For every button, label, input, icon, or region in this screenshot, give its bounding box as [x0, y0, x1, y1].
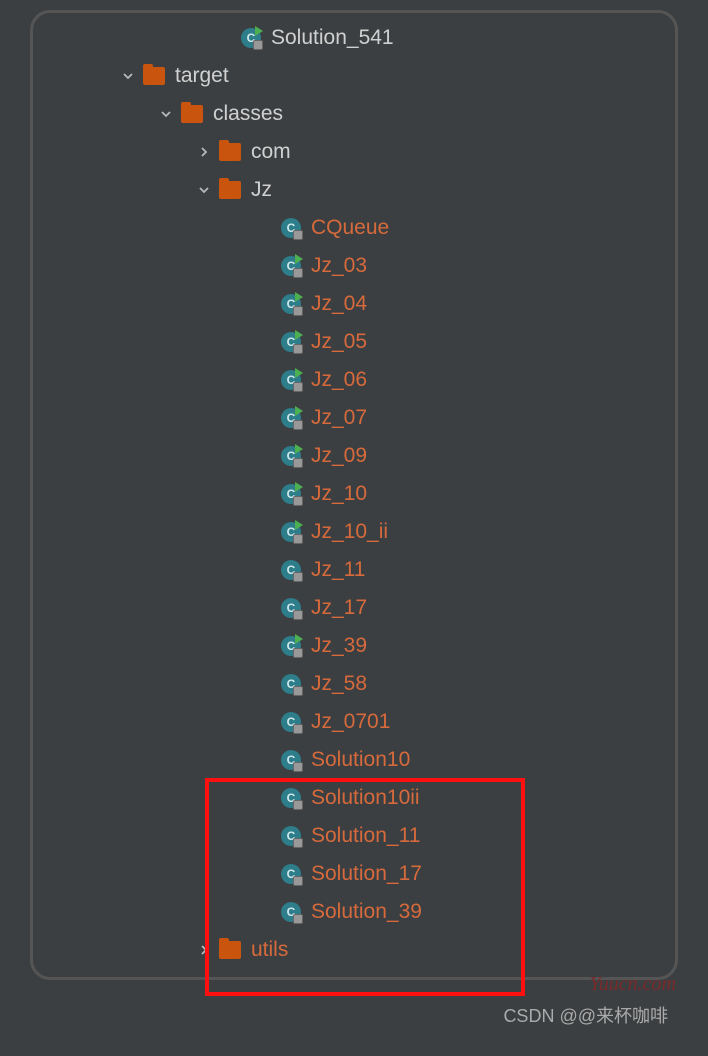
tree-item[interactable]: utils [33, 931, 675, 969]
tree-item[interactable]: C Jz_07 [33, 399, 675, 437]
tree-item[interactable]: C Jz_11 [33, 551, 675, 589]
class-icon: C [281, 788, 301, 808]
tree-item-label: Jz_05 [311, 330, 367, 354]
tree-item[interactable]: com [33, 133, 675, 171]
tree-item[interactable]: C Jz_09 [33, 437, 675, 475]
class-icon: C [281, 674, 301, 694]
class-icon: C [281, 560, 301, 580]
tree-item-label: Jz_07 [311, 406, 367, 430]
class-icon: C [281, 826, 301, 846]
class-icon: C [281, 712, 301, 732]
tree-item-label: Jz_10 [311, 482, 367, 506]
folder-icon [143, 67, 165, 85]
tree-item-label: Solution_11 [311, 824, 420, 848]
tree-item[interactable]: C Jz_03 [33, 247, 675, 285]
tree-item-label: Solution10ii [311, 786, 420, 810]
tree-item[interactable]: C Jz_04 [33, 285, 675, 323]
class-icon: C [281, 332, 301, 352]
class-icon: C [281, 902, 301, 922]
tree-item-label: Jz_06 [311, 368, 367, 392]
folder-icon [219, 941, 241, 959]
tree-item[interactable]: C Jz_05 [33, 323, 675, 361]
class-icon: C [281, 636, 301, 656]
tree-item-label: Solution_39 [311, 900, 422, 924]
class-icon: C [281, 370, 301, 390]
tree-item[interactable]: Jz [33, 171, 675, 209]
tree-item-label: utils [251, 938, 288, 962]
tree-item-label: classes [213, 102, 283, 126]
file-tree[interactable]: C Solution_541 target classes com Jz [33, 17, 675, 969]
tree-item[interactable]: C Jz_17 [33, 589, 675, 627]
tree-item-label: Jz_04 [311, 292, 367, 316]
tree-item-label: target [175, 64, 229, 88]
tree-item[interactable]: C Jz_10 [33, 475, 675, 513]
tree-item[interactable]: C Jz_58 [33, 665, 675, 703]
tree-item[interactable]: C Jz_39 [33, 627, 675, 665]
chevron-down-icon[interactable] [157, 105, 175, 123]
tree-item-label: Solution_17 [311, 862, 422, 886]
class-icon: C [281, 484, 301, 504]
folder-icon [181, 105, 203, 123]
class-icon: C [281, 598, 301, 618]
class-icon: C [281, 256, 301, 276]
tree-item[interactable]: C Jz_06 [33, 361, 675, 399]
tree-item-label: Jz_39 [311, 634, 367, 658]
chevron-right-icon[interactable] [195, 941, 213, 959]
tree-item-label: CQueue [311, 216, 389, 240]
class-icon: C [281, 408, 301, 428]
class-icon: C [281, 522, 301, 542]
tree-item-label: Jz_17 [311, 596, 367, 620]
tree-item-label: Solution_541 [271, 26, 394, 50]
watermark-site: Yuucn.com [590, 973, 676, 996]
tree-item[interactable]: C Jz_10_ii [33, 513, 675, 551]
tree-item[interactable]: C CQueue [33, 209, 675, 247]
tree-item[interactable]: C Solution_541 [33, 19, 675, 57]
tree-item-label: Jz_10_ii [311, 520, 388, 544]
file-tree-panel: C Solution_541 target classes com Jz [30, 10, 678, 980]
class-icon: C [281, 446, 301, 466]
tree-item-label: Jz_09 [311, 444, 367, 468]
tree-item[interactable]: C Solution_17 [33, 855, 675, 893]
tree-item[interactable]: classes [33, 95, 675, 133]
tree-item[interactable]: C Solution10 [33, 741, 675, 779]
watermark-csdn: CSDN @@来杯咖啡 [503, 1002, 668, 1028]
tree-item[interactable]: target [33, 57, 675, 95]
class-icon: C [281, 750, 301, 770]
tree-item-label: Jz_11 [311, 558, 365, 582]
tree-item-label: Jz [251, 178, 272, 202]
tree-item[interactable]: C Solution_39 [33, 893, 675, 931]
class-icon: C [281, 294, 301, 314]
class-icon: C [281, 864, 301, 884]
chevron-right-icon[interactable] [195, 143, 213, 161]
class-icon: C [281, 218, 301, 238]
chevron-down-icon[interactable] [119, 67, 137, 85]
tree-item[interactable]: C Solution_11 [33, 817, 675, 855]
tree-item-label: Jz_58 [311, 672, 367, 696]
tree-item-label: Jz_03 [311, 254, 367, 278]
tree-item[interactable]: C Jz_0701 [33, 703, 675, 741]
tree-item-label: Jz_0701 [311, 710, 390, 734]
class-icon: C [241, 28, 261, 48]
folder-icon [219, 181, 241, 199]
chevron-down-icon[interactable] [195, 181, 213, 199]
tree-item[interactable]: C Solution10ii [33, 779, 675, 817]
tree-item-label: com [251, 140, 291, 164]
folder-icon [219, 143, 241, 161]
tree-item-label: Solution10 [311, 748, 410, 772]
